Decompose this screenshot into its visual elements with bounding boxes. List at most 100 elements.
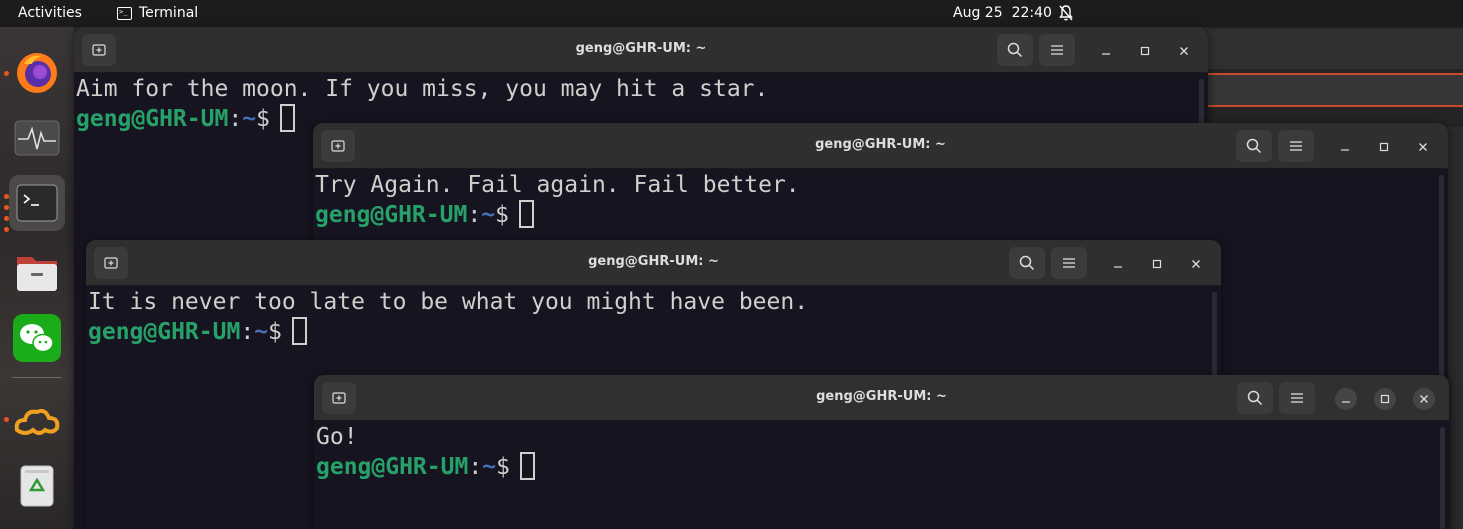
- prompt-user-host: geng@GHR-UM: [316, 454, 469, 480]
- system-monitor-icon: [14, 120, 60, 156]
- prompt-separator: :: [467, 202, 482, 228]
- activities-button[interactable]: Activities: [18, 5, 82, 21]
- background-window-header: [1208, 29, 1463, 69]
- text-cursor: [518, 200, 534, 228]
- window-title: geng@GHR-UM: ~: [575, 41, 707, 56]
- terminal-icon: [16, 184, 58, 222]
- dock-system-monitor[interactable]: [9, 111, 65, 167]
- maximize-button[interactable]: [1374, 388, 1396, 410]
- minimize-button[interactable]: [1335, 388, 1357, 410]
- cloud-app-icon: [14, 408, 60, 435]
- maximize-button[interactable]: [1146, 253, 1168, 275]
- terminal-app-icon: >_: [117, 6, 132, 20]
- text-cursor: [291, 317, 307, 345]
- maximize-icon: [1380, 394, 1390, 404]
- divider: [1208, 105, 1463, 107]
- minimize-button[interactable]: [1095, 40, 1117, 62]
- prompt-path: ~: [481, 202, 496, 228]
- text-cursor: [519, 452, 535, 480]
- maximize-button[interactable]: [1134, 40, 1156, 62]
- dock-trash[interactable]: [9, 458, 65, 514]
- prompt-separator: :: [240, 319, 255, 345]
- dock-cloud-app[interactable]: [9, 393, 65, 449]
- dock-firefox[interactable]: [9, 45, 65, 101]
- search-button[interactable]: [1237, 382, 1273, 414]
- command-output: Try Again. Fail again. Fail better.: [315, 172, 800, 198]
- minimize-icon: [1341, 149, 1349, 151]
- hamburger-icon: [1290, 141, 1302, 151]
- dock-files[interactable]: [9, 244, 65, 300]
- running-indicator: [4, 227, 9, 232]
- close-icon: [1420, 395, 1428, 403]
- divider: [1208, 73, 1463, 75]
- dock-wechat[interactable]: [9, 310, 65, 366]
- hamburger-icon: [1291, 393, 1303, 403]
- maximize-icon: [1379, 142, 1389, 152]
- terminal-content[interactable]: Go! geng@GHR-UM:~$: [314, 422, 1449, 529]
- search-icon: [1019, 255, 1035, 271]
- background-window-body: [1208, 75, 1463, 105]
- minimize-button[interactable]: [1334, 136, 1356, 158]
- trash-icon: [20, 465, 54, 507]
- close-button[interactable]: [1185, 253, 1207, 275]
- maximize-icon: [1152, 259, 1162, 269]
- maximize-button[interactable]: [1373, 136, 1395, 158]
- notifications-muted-icon[interactable]: [1058, 4, 1074, 22]
- background-window[interactable]: [1208, 27, 1463, 127]
- hamburger-icon: [1051, 45, 1063, 55]
- prompt-path: ~: [254, 319, 269, 345]
- search-button[interactable]: [1236, 130, 1272, 162]
- prompt-symbol: $: [256, 106, 270, 132]
- dock-separator: [12, 377, 62, 378]
- search-button[interactable]: [1009, 247, 1045, 279]
- terminal-window-focused[interactable]: geng@GHR-UM: ~ Go! geng@GHR-UM:~$: [314, 375, 1449, 529]
- close-button[interactable]: [1413, 388, 1435, 410]
- close-button[interactable]: [1173, 40, 1195, 62]
- wechat-icon: [13, 314, 61, 362]
- command-output: Aim for the moon. If you miss, you may h…: [76, 76, 769, 102]
- menu-button[interactable]: [1278, 130, 1314, 162]
- menu-button[interactable]: [1051, 247, 1087, 279]
- close-icon: [1419, 143, 1427, 151]
- window-header[interactable]: geng@GHR-UM: ~: [314, 375, 1449, 421]
- close-button[interactable]: [1412, 136, 1434, 158]
- search-icon: [1246, 138, 1262, 154]
- prompt-user-host: geng@GHR-UM: [315, 202, 468, 228]
- dock-terminal[interactable]: [9, 175, 65, 231]
- prompt-user-host: geng@GHR-UM: [76, 106, 229, 132]
- clock-date: Aug 25: [953, 5, 1003, 21]
- prompt-symbol: $: [495, 202, 509, 228]
- app-menu[interactable]: >_ Terminal: [117, 5, 198, 21]
- command-output: It is never too late to be what you migh…: [88, 289, 809, 315]
- window-header[interactable]: geng@GHR-UM: ~: [86, 240, 1221, 286]
- command-output: Go!: [316, 424, 358, 450]
- maximize-icon: [1140, 46, 1150, 56]
- prompt-path: ~: [482, 454, 497, 480]
- files-icon: [17, 257, 57, 291]
- dock: [0, 27, 74, 529]
- scrollbar[interactable]: [1440, 427, 1445, 529]
- search-button[interactable]: [997, 34, 1033, 66]
- window-header[interactable]: geng@GHR-UM: ~: [313, 123, 1448, 169]
- prompt-symbol: $: [268, 319, 282, 345]
- prompt-user-host: geng@GHR-UM: [88, 319, 241, 345]
- prompt-symbol: $: [496, 454, 510, 480]
- close-icon: [1180, 47, 1188, 55]
- prompt-separator: :: [468, 454, 483, 480]
- hamburger-icon: [1063, 258, 1075, 268]
- prompt-path: ~: [242, 106, 257, 132]
- minimize-button[interactable]: [1107, 253, 1129, 275]
- menu-button[interactable]: [1039, 34, 1075, 66]
- menu-button[interactable]: [1279, 382, 1315, 414]
- top-bar: Activities >_ Terminal Aug 25 22:40: [0, 0, 1463, 27]
- minimize-icon: [1342, 401, 1350, 403]
- search-icon: [1247, 390, 1263, 406]
- minimize-icon: [1102, 53, 1110, 55]
- app-menu-label: Terminal: [139, 5, 199, 21]
- firefox-icon: [17, 53, 57, 93]
- window-header[interactable]: geng@GHR-UM: ~: [74, 27, 1208, 73]
- prompt-separator: :: [228, 106, 243, 132]
- clock[interactable]: Aug 25 22:40: [953, 5, 1052, 21]
- clock-time: 22:40: [1011, 5, 1052, 21]
- minimize-icon: [1114, 266, 1122, 268]
